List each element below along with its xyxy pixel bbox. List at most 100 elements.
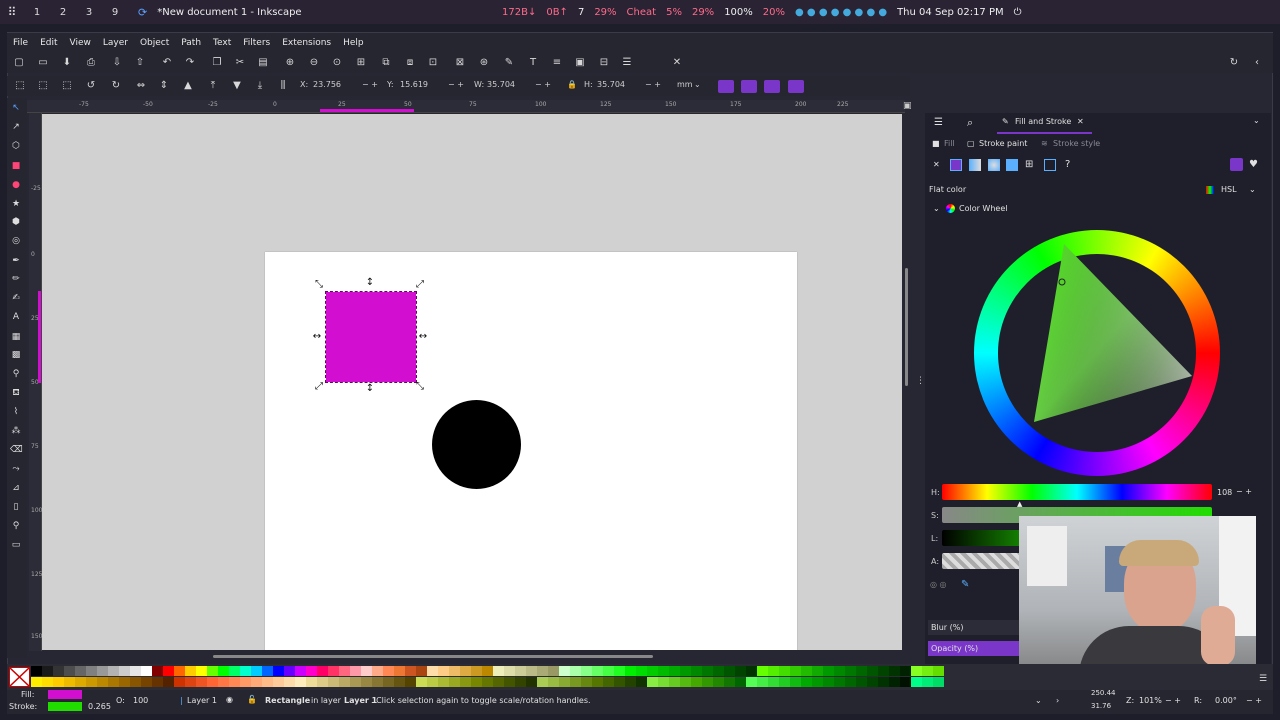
- scale-handle-s[interactable]: ↕: [365, 384, 375, 394]
- palette-swatch[interactable]: [801, 666, 812, 676]
- magenta-rectangle[interactable]: [325, 291, 417, 383]
- raise-icon[interactable]: ▲: [182, 80, 194, 92]
- zoom-out-icon[interactable]: ⊖: [308, 57, 320, 69]
- preferences-icon[interactable]: ✕: [671, 57, 683, 69]
- units-select[interactable]: mm: [677, 80, 693, 93]
- pattern-icon[interactable]: ⊞: [1025, 159, 1033, 170]
- palette-swatch[interactable]: [75, 666, 86, 676]
- palette-swatch[interactable]: [350, 677, 361, 687]
- palette-swatch[interactable]: [680, 666, 691, 676]
- stroke-width-value[interactable]: 0.265: [88, 702, 111, 711]
- palette-swatch[interactable]: [361, 677, 372, 687]
- palette-swatch[interactable]: [702, 666, 713, 676]
- palette-swatch[interactable]: [812, 677, 823, 687]
- calligraphy-tool-icon[interactable]: ✍: [10, 292, 22, 304]
- palette-swatch[interactable]: [933, 677, 944, 687]
- palette-swatch[interactable]: [482, 677, 493, 687]
- palette-swatch[interactable]: [493, 666, 504, 676]
- scale-handle-ne[interactable]: ⤢: [415, 280, 425, 290]
- palette-swatch[interactable]: [658, 677, 669, 687]
- palette-swatch[interactable]: [647, 677, 658, 687]
- palette-swatch[interactable]: [724, 677, 735, 687]
- import-icon[interactable]: ⇩: [111, 57, 123, 69]
- palette-swatch[interactable]: [185, 666, 196, 676]
- connector-tool-icon[interactable]: ⤳: [10, 463, 22, 475]
- palette-swatch[interactable]: [383, 666, 394, 676]
- palette-swatch[interactable]: [372, 666, 383, 676]
- chevron-down-icon[interactable]: ⌄: [1253, 116, 1260, 125]
- palette-swatch[interactable]: [317, 666, 328, 676]
- palette-swatch[interactable]: [284, 677, 295, 687]
- flip-h-icon[interactable]: ⇔: [135, 80, 147, 92]
- ungroup-icon[interactable]: ⊠: [454, 57, 466, 69]
- lock-layer-icon[interactable]: 🔓: [247, 695, 257, 704]
- palette-swatch[interactable]: [64, 666, 75, 676]
- 3d-box-tool-icon[interactable]: ⬢: [10, 216, 22, 228]
- group-icon[interactable]: ⊡: [427, 57, 439, 69]
- palette-swatch[interactable]: [823, 666, 834, 676]
- vertical-scrollbar[interactable]: [905, 268, 908, 386]
- selector-tool-icon[interactable]: ↖: [10, 102, 22, 114]
- fill-rule-nonzero-icon[interactable]: ♥: [1249, 159, 1258, 170]
- select-all-layers-icon[interactable]: ⬚: [37, 80, 49, 92]
- zoom-page-icon[interactable]: ⊞: [355, 57, 367, 69]
- color-triangle[interactable]: [974, 230, 1220, 476]
- palette-swatch[interactable]: [262, 666, 273, 676]
- layers-icon[interactable]: ≡: [551, 57, 563, 69]
- palette-swatch[interactable]: [317, 677, 328, 687]
- palette-swatch[interactable]: [449, 666, 460, 676]
- palette-swatch[interactable]: [97, 677, 108, 687]
- palette-swatch[interactable]: [691, 677, 702, 687]
- palette-swatch[interactable]: [834, 666, 845, 676]
- palette-swatch[interactable]: [911, 666, 922, 676]
- palette-swatch[interactable]: [471, 677, 482, 687]
- node-tool-icon[interactable]: ↗: [10, 121, 22, 133]
- command-palette-icon[interactable]: ↻: [1228, 57, 1240, 69]
- lower-icon[interactable]: ▼: [231, 80, 243, 92]
- spiral-tool-icon[interactable]: ◎: [10, 235, 22, 247]
- palette-swatch[interactable]: [394, 666, 405, 676]
- palette-swatch[interactable]: [438, 666, 449, 676]
- scale-handle-nw[interactable]: ⤡: [314, 280, 324, 290]
- palette-swatch[interactable]: [548, 666, 559, 676]
- copy-icon[interactable]: ❐: [211, 57, 223, 69]
- canvas-corner-icon[interactable]: ▣: [903, 101, 912, 111]
- palette-swatch[interactable]: [757, 677, 768, 687]
- chevron-down-icon[interactable]: ⌄: [694, 80, 701, 93]
- print-icon[interactable]: ⎙: [85, 57, 97, 69]
- palette-swatch[interactable]: [702, 677, 713, 687]
- palette-swatch[interactable]: [405, 677, 416, 687]
- palette-swatch[interactable]: [713, 677, 724, 687]
- palette-swatch[interactable]: [592, 666, 603, 676]
- palette-swatch[interactable]: [757, 666, 768, 676]
- w-field[interactable]: 35.704: [487, 80, 533, 93]
- palette-swatch[interactable]: [933, 666, 944, 676]
- palette-swatch[interactable]: [790, 677, 801, 687]
- menu-edit[interactable]: Edit: [40, 38, 57, 48]
- palette-swatch[interactable]: [504, 666, 515, 676]
- palette-swatch[interactable]: [251, 666, 262, 676]
- palette-swatch[interactable]: [614, 666, 625, 676]
- palette-swatch[interactable]: [779, 666, 790, 676]
- duplicate-icon[interactable]: ⧉: [380, 57, 392, 69]
- pencil-tool-icon[interactable]: ✏: [10, 273, 22, 285]
- palette-swatch[interactable]: [493, 677, 504, 687]
- palette-swatch[interactable]: [669, 677, 680, 687]
- palette-swatch[interactable]: [42, 666, 53, 676]
- hue-slider[interactable]: [942, 484, 1212, 500]
- palette-swatch[interactable]: [218, 666, 229, 676]
- palette-swatch[interactable]: [174, 666, 185, 676]
- palette-swatch[interactable]: [823, 677, 834, 687]
- search-icon[interactable]: ⌕: [967, 116, 973, 130]
- palette-swatch[interactable]: [163, 677, 174, 687]
- palette-swatch[interactable]: [42, 677, 53, 687]
- palette-swatch[interactable]: [603, 666, 614, 676]
- scale-handle-e[interactable]: ↔: [418, 332, 428, 342]
- palette-swatch[interactable]: [31, 677, 42, 687]
- pen-tool-icon[interactable]: ✒: [10, 255, 22, 267]
- palette-swatch[interactable]: [207, 666, 218, 676]
- workspace-2[interactable]: 2: [50, 7, 76, 18]
- palette-swatch[interactable]: [416, 666, 427, 676]
- palette-swatch[interactable]: [152, 666, 163, 676]
- y-stepper[interactable]: − +: [448, 80, 464, 93]
